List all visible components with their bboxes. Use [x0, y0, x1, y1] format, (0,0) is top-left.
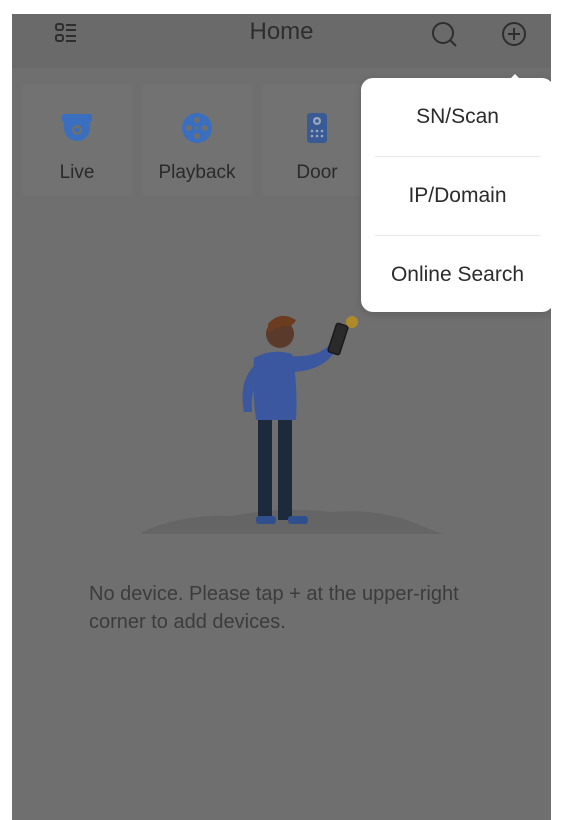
tile-label: Live: [59, 162, 95, 183]
playback-reel-icon: [182, 113, 212, 143]
app-screen: Home Live Playback Door No device. Pleas…: [12, 14, 551, 820]
menu-item-sn-scan[interactable]: SN/Scan: [361, 78, 551, 156]
top-bar: Home: [12, 14, 551, 68]
camera-icon: [62, 114, 92, 141]
menu-item-ip-domain[interactable]: IP/Domain: [361, 157, 551, 235]
add-circle-icon[interactable]: [500, 20, 528, 48]
tile-live[interactable]: Live: [22, 84, 132, 196]
tile-label: Playback: [158, 162, 236, 183]
tile-playback[interactable]: Playback: [142, 84, 252, 196]
menu-item-online-search[interactable]: Online Search: [361, 236, 551, 314]
empty-state-illustration: [142, 315, 442, 534]
door-intercom-icon: [307, 113, 327, 143]
tile-door[interactable]: Door: [262, 84, 372, 196]
search-icon[interactable]: [430, 20, 458, 48]
empty-state-message: No device. Please tap + at the upper-rig…: [89, 583, 459, 633]
tile-label: Door: [296, 162, 338, 183]
page-title: Home: [249, 18, 314, 45]
add-device-menu: SN/Scan IP/Domain Online Search: [361, 78, 551, 312]
